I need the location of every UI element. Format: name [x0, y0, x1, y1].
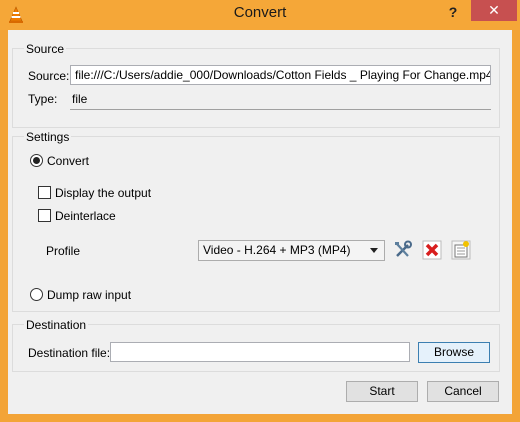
chevron-down-icon	[370, 248, 378, 253]
deinterlace-label[interactable]: Deinterlace	[55, 209, 116, 223]
profile-label: Profile	[46, 244, 81, 258]
type-value: file	[72, 92, 88, 106]
destination-group-title: Destination	[24, 318, 89, 332]
source-label: Source:	[28, 69, 70, 83]
display-output-label[interactable]: Display the output	[55, 186, 151, 200]
title-bar[interactable]: Convert ? ✕	[0, 0, 520, 30]
start-button[interactable]: Start	[346, 381, 418, 402]
destination-file-input[interactable]	[110, 342, 410, 362]
help-button[interactable]: ?	[438, 2, 468, 22]
display-output-checkbox[interactable]	[38, 186, 51, 199]
dump-raw-input-radio[interactable]	[30, 288, 43, 301]
dialog-client-area: Source Source: file:///C:/Users/addie_00…	[8, 30, 512, 414]
convert-dialog: Convert ? ✕ Source Source: file:///C:/Us…	[0, 0, 520, 422]
dump-raw-input-label[interactable]: Dump raw input	[47, 288, 131, 302]
source-group	[12, 48, 500, 128]
source-group-title: Source	[24, 42, 67, 56]
cancel-button[interactable]: Cancel	[427, 381, 499, 402]
new-profile-icon[interactable]	[450, 239, 472, 261]
radio-selected-dot	[33, 157, 40, 164]
browse-button[interactable]: Browse	[418, 342, 490, 363]
convert-radio[interactable]	[30, 154, 43, 167]
profile-selected-value: Video - H.264 + MP3 (MP4)	[203, 243, 351, 257]
convert-radio-label[interactable]: Convert	[47, 154, 89, 168]
destination-file-label: Destination file:	[28, 346, 111, 360]
deinterlace-checkbox[interactable]	[38, 209, 51, 222]
close-button[interactable]: ✕	[471, 0, 517, 21]
settings-group-title: Settings	[24, 130, 72, 144]
type-label: Type:	[28, 92, 58, 106]
edit-profile-wrench-icon[interactable]	[392, 239, 414, 261]
source-divider	[70, 109, 491, 110]
source-field[interactable]: file:///C:/Users/addie_000/Downloads/Cot…	[70, 65, 491, 85]
profile-dropdown[interactable]: Video - H.264 + MP3 (MP4)	[198, 240, 385, 261]
delete-profile-icon[interactable]	[421, 239, 443, 261]
